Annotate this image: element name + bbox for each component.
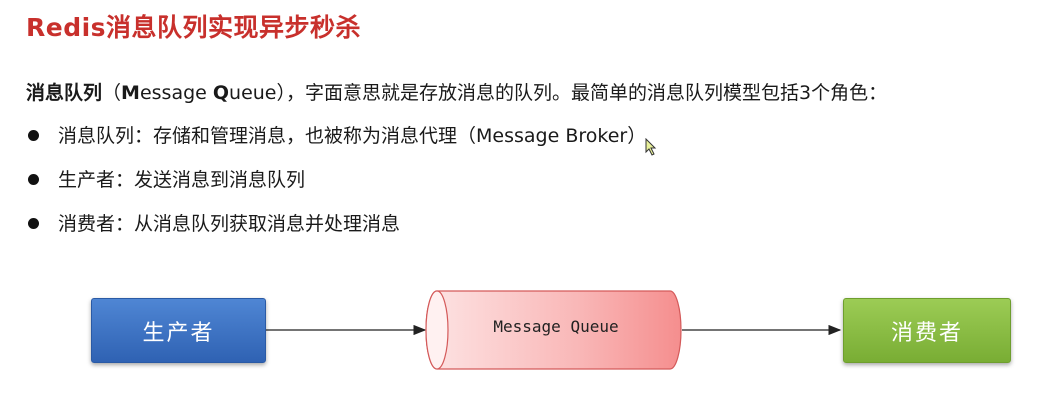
- list-item: 消费者：从消息队列获取消息并处理消息: [26, 209, 646, 253]
- role-list: 消息队列：存储和管理消息，也被称为消息代理（Message Broker） 生产…: [26, 121, 646, 253]
- list-item-text: 消息队列：存储和管理消息，也被称为消息代理（Message Broker）: [58, 125, 647, 147]
- intro-q-rest: ueue: [229, 82, 277, 104]
- intro-paren-close: ），: [276, 82, 306, 104]
- producer-box: 生产者: [91, 298, 266, 363]
- intro-m-rest: essage: [139, 82, 213, 104]
- list-item-text: 生产者：发送消息到消息队列: [58, 169, 306, 191]
- intro-q-letter: Q: [212, 82, 230, 104]
- list-item: 生产者：发送消息到消息队列: [26, 165, 646, 209]
- bullet-icon: [28, 218, 39, 229]
- page-title: Redis消息队列实现异步秒杀: [26, 13, 362, 42]
- consumer-box: 消费者: [843, 298, 1011, 363]
- list-item: 消息队列：存储和管理消息，也被称为消息代理（Message Broker）: [26, 121, 646, 165]
- message-queue-diagram: 生产者 Message Queue 消费者: [0, 270, 1054, 400]
- mouse-cursor-icon: [645, 138, 657, 156]
- queue-label: Message Queue: [493, 317, 619, 336]
- intro-paragraph: 消息队列（Message Queue），字面意思就是存放消息的队列。最简单的消息…: [26, 78, 887, 105]
- intro-term: 消息队列: [26, 82, 103, 104]
- bullet-icon: [28, 174, 39, 185]
- intro-rest: 字面意思就是存放消息的队列。最简单的消息队列模型包括3个角色：: [305, 82, 888, 104]
- intro-m-letter: M: [121, 82, 140, 104]
- bullet-icon: [28, 130, 39, 141]
- intro-paren-open: （: [102, 82, 122, 104]
- list-item-text: 消费者：从消息队列获取消息并处理消息: [58, 213, 401, 235]
